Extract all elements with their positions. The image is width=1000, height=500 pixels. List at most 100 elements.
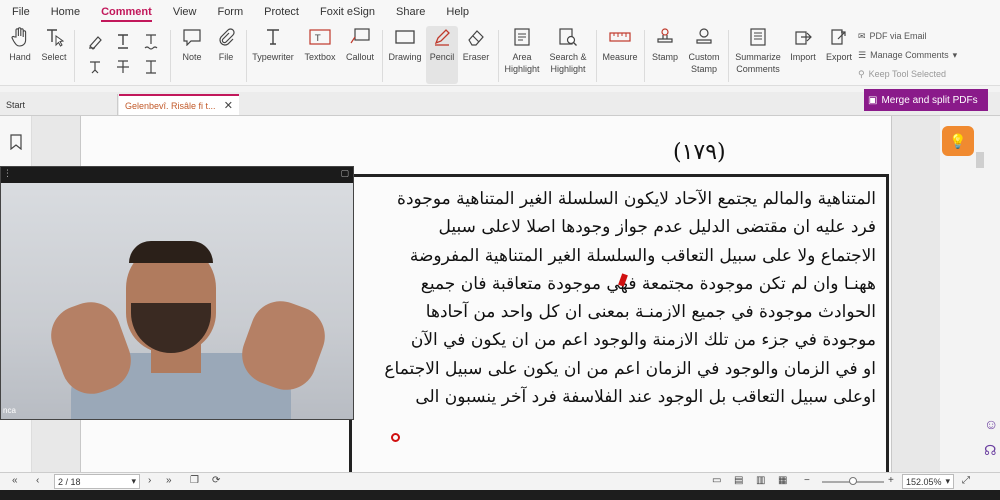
select-tool-button[interactable]: Select [40,26,68,63]
area-highlight-icon [511,26,533,48]
menu-help[interactable]: Help [446,3,469,21]
export-icon [828,26,850,48]
person-hair [129,241,213,263]
fullscreen-icon[interactable]: ⤢ [962,475,970,486]
note-icon [181,26,203,48]
pencil-tool-button[interactable]: Pencil [426,26,458,84]
comment-ribbon: Hand Select Note File Typewriter T Textb… [0,24,1000,86]
callout-tool-button[interactable]: Callout [342,26,378,63]
ai-assistant-button[interactable]: 💡 [942,126,974,156]
video-call-window[interactable]: ⋮ ▢ nca [0,166,354,420]
insert-text-button[interactable] [84,56,106,81]
close-tab-icon[interactable]: ✕ [224,99,233,112]
underline-text-button[interactable] [112,30,134,55]
status-bar: « ‹ 2 / 18 ▾ › » ❐ ⟳ ▭ ▤ ▥ ▦ − + 152.05%… [0,472,1000,490]
comment-options-list: ✉ PDF via Email ☰ Manage Comments ▾ ⚲ Keep T… [858,27,957,84]
strikeout-text-button[interactable] [112,56,134,81]
taskbar-strip [0,490,1000,500]
text-line: الحوادث موجودة في جميع الازمنـة بمعنى ان… [425,302,876,323]
merge-split-pdfs-button[interactable]: ▣ Merge and split PDFs [864,89,988,111]
menu-home[interactable]: Home [51,3,80,21]
typewriter-tool-button[interactable]: Typewriter [250,26,296,63]
merge-pdf-icon: ▣ [868,94,878,106]
manage-comments-button[interactable]: ☰ Manage Comments ▾ [858,46,957,65]
zoom-slider-knob[interactable] [849,477,857,485]
video-expand-icon[interactable]: ▢ [340,168,349,179]
previous-page-icon[interactable]: ‹ [36,475,39,486]
menu-file[interactable]: File [12,3,30,21]
last-page-icon[interactable]: » [166,475,172,486]
zoom-in-icon[interactable]: + [888,475,894,486]
first-page-icon[interactable]: « [12,475,18,486]
right-side-panel: 💡 ☺ ☊ [940,116,1000,472]
summarize-comments-button[interactable]: Summarize Comments [732,26,784,75]
custom-stamp-button[interactable]: Custom Stamp [684,26,724,75]
menu-view[interactable]: View [173,3,197,21]
measure-tool-button[interactable]: Measure [600,26,640,63]
text-line: المتناهية والمالم يجتمع الآحاد لايكون ال… [397,189,876,209]
menu-foxit-esign[interactable]: Foxit eSign [320,3,375,21]
menu-comment[interactable]: Comment [101,3,152,22]
zoom-level-box[interactable]: 152.05% ▾ [902,474,954,489]
zoom-out-icon[interactable]: − [804,475,810,486]
highlight-tool-button[interactable] [84,30,106,55]
eraser-tool-button[interactable]: Eraser [460,26,492,63]
custom-stamp-icon [693,26,715,48]
ribbon-separator [382,30,383,82]
zoom-slider[interactable] [822,477,884,485]
facing-view-icon[interactable]: ▥ [756,475,765,486]
chevron-down-icon: ▾ [945,476,951,486]
email-icon: ✉ [858,31,866,41]
export-comments-button[interactable]: Export [822,26,856,63]
file-attachment-button[interactable]: File [212,26,240,63]
hand-tool-button[interactable]: Hand [6,26,34,63]
red-circle-annotation[interactable] [391,433,400,442]
next-page-icon[interactable]: › [148,475,151,486]
pdf-via-email-button[interactable]: ✉ PDF via Email [858,27,957,46]
video-menu-icon[interactable]: ⋮ [3,168,12,179]
textbox-icon: T [309,26,331,48]
squiggly-text-button[interactable] [140,30,162,55]
note-tool-button[interactable]: Note [178,26,206,63]
select-text-icon [43,26,65,48]
callout-icon [349,26,371,48]
text-squiggly-icon [140,30,162,52]
search-document-icon [557,26,579,48]
menu-form[interactable]: Form [217,3,243,21]
text-line: موجودة في جزء من تلك الازمنة والوجود اعم… [410,330,876,351]
import-icon [792,26,814,48]
text-line: الاجتماع ولا على سبيل التعاقب والسلسلة ا… [409,245,876,266]
search-highlight-button[interactable]: Search & Highlight [546,26,590,75]
rotate-view-icon[interactable]: ⟳ [212,475,220,486]
area-highlight-button[interactable]: Area Highlight [502,26,542,75]
replace-text-button[interactable] [140,56,162,81]
tab-document[interactable]: Gelenbevî. Risâle fi t... ✕ [119,94,239,115]
vertical-scrollbar-thumb[interactable] [976,152,984,168]
ribbon-separator [498,30,499,82]
drawing-tool-button[interactable]: Drawing [386,26,424,63]
stamp-tool-button[interactable]: Stamp [648,26,682,63]
continuous-view-icon[interactable]: ▤ [734,475,743,486]
textbox-tool-button[interactable]: T Textbox [302,26,338,63]
page-selector[interactable]: 2 / 18 ▾ [54,474,140,489]
continuous-facing-view-icon[interactable]: ▦ [778,475,787,486]
chevron-down-icon: ▾ [131,476,136,486]
document-tab-strip: Start Gelenbevî. Risâle fi t... ✕ [0,92,1000,116]
video-title-bar[interactable]: ⋮ ▢ [1,167,353,183]
keep-tool-selected-toggle[interactable]: ⚲ Keep Tool Selected [858,65,957,84]
menu-share[interactable]: Share [396,3,425,21]
text-line: اوعلى سبيل التعاقب بل الوجود عند الفلاسف… [415,387,876,408]
text-line: او في الزمان والوجود في الزمان اعم من ان… [384,358,876,379]
copy-page-icon[interactable]: ❐ [190,475,199,486]
menu-protect[interactable]: Protect [264,3,299,21]
chat-icon[interactable]: ☺ [984,416,998,432]
video-feed: nca [1,183,353,419]
lightbulb-icon: 💡 [949,132,967,149]
bookmark-icon[interactable] [10,134,22,153]
ribbon-separator [74,30,75,82]
import-comments-button[interactable]: Import [786,26,820,63]
text-replace-icon [140,56,162,78]
single-page-view-icon[interactable]: ▭ [712,475,721,486]
support-icon[interactable]: ☊ [984,442,996,459]
tab-start[interactable]: Start [0,94,118,115]
